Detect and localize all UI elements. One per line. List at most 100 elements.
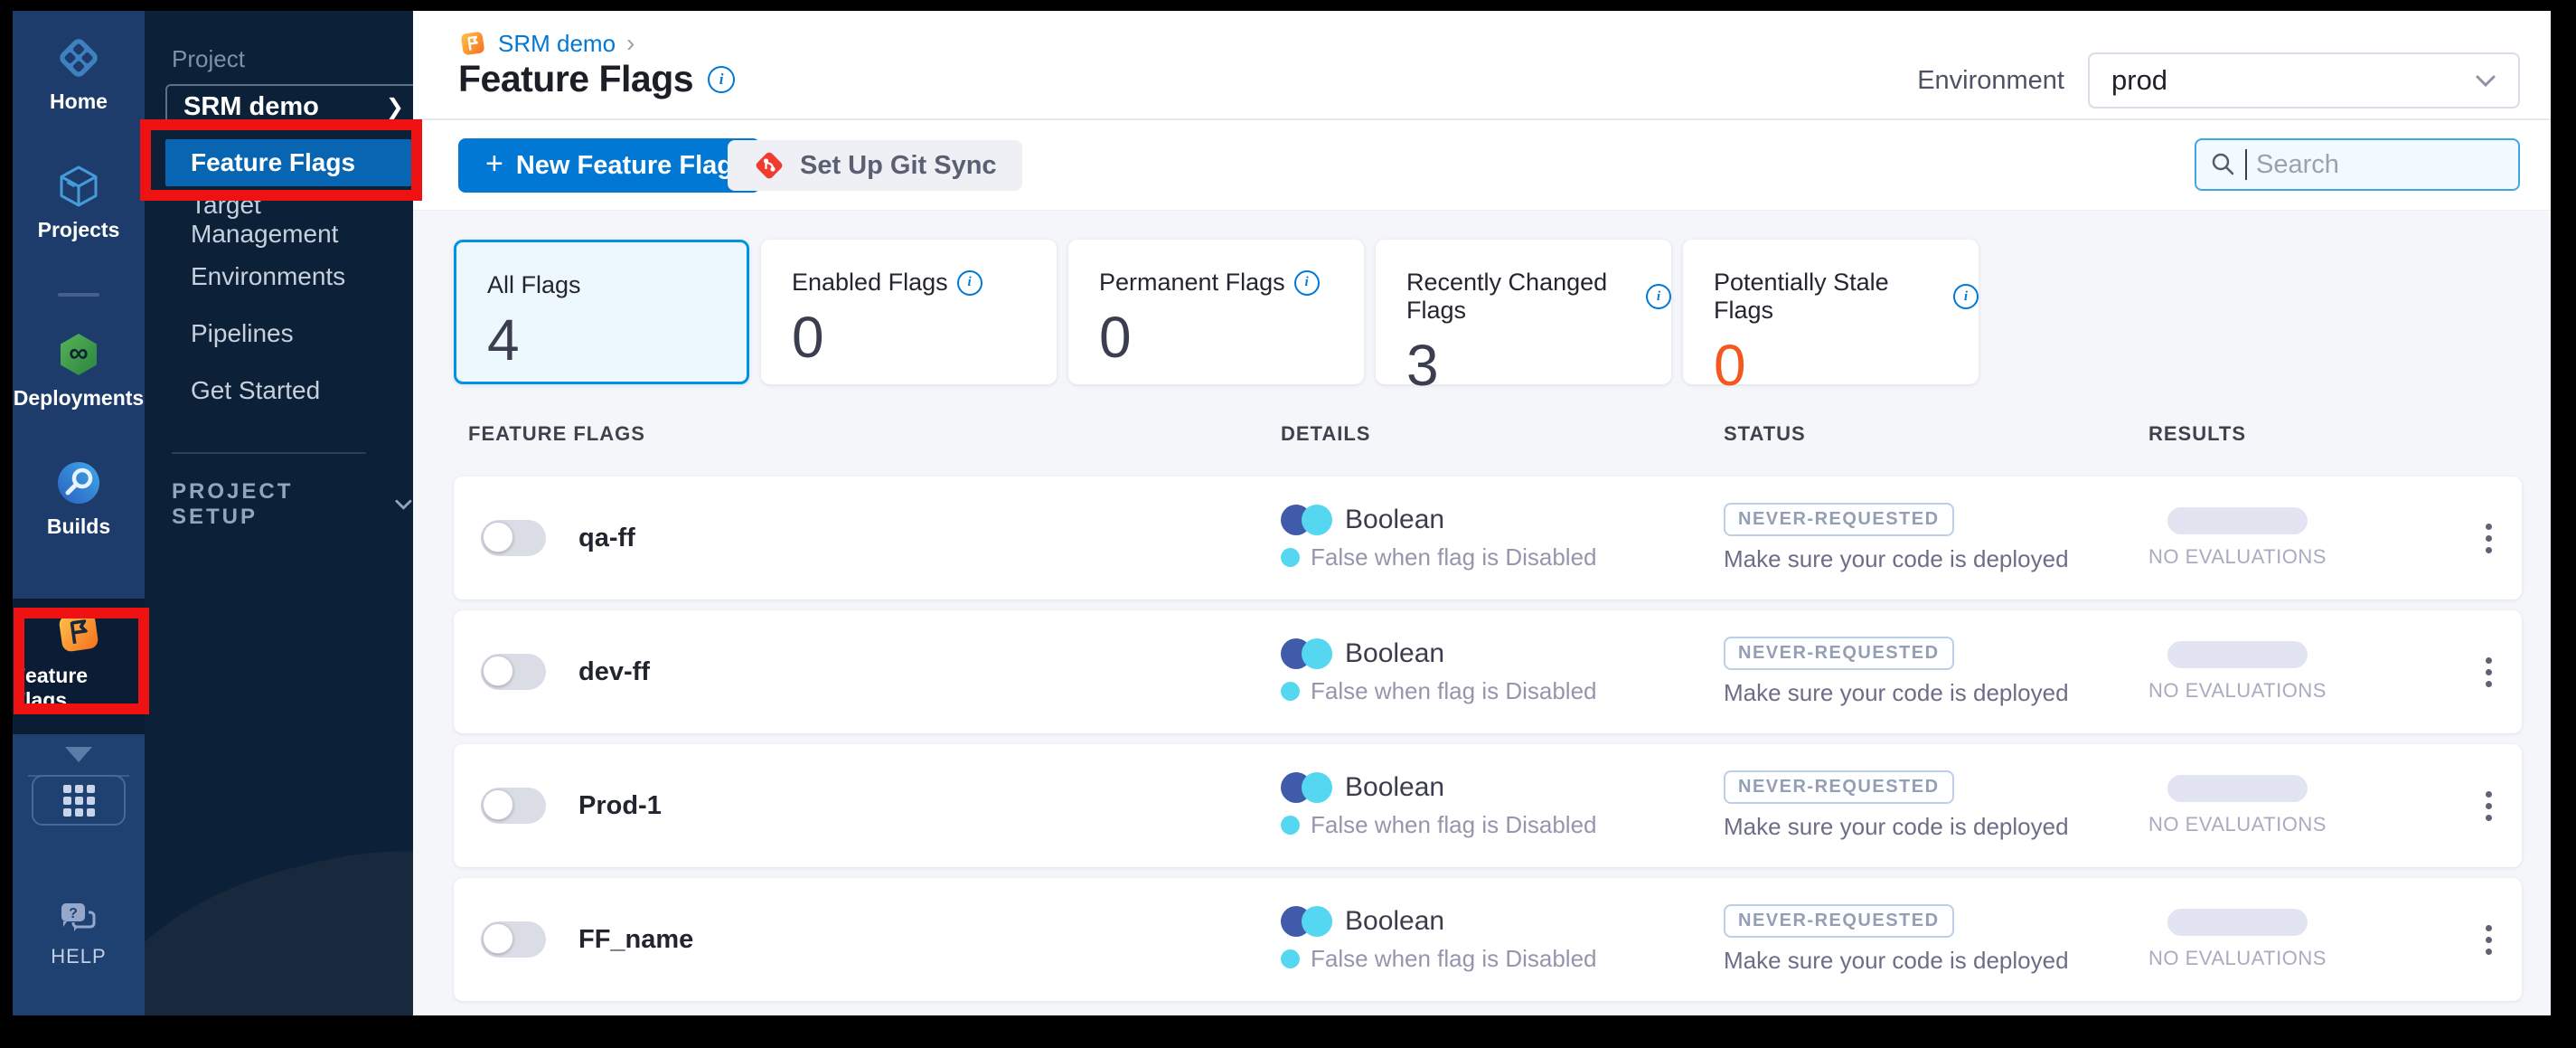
row-menu-button[interactable]	[2477, 515, 2501, 562]
boolean-type-icon	[1281, 505, 1332, 535]
sidebar-divider	[172, 452, 366, 454]
sidebar-item-label: Deployments	[13, 386, 145, 410]
results-label: NO EVALUATIONS	[2148, 679, 2327, 702]
breadcrumb-project-link[interactable]: SRM demo	[498, 30, 616, 58]
variation-dot-icon	[1281, 548, 1300, 567]
card-label: Permanent Flags	[1099, 269, 1285, 296]
chevron-right-icon: ›	[626, 29, 635, 57]
svg-text:∞: ∞	[69, 338, 88, 368]
environment-label: Environment	[1917, 65, 2064, 95]
column-header-details: DETAILS	[1281, 422, 1371, 445]
project-nav-item-get-started[interactable]: Get Started	[165, 367, 411, 414]
card-label: Recently Changed Flags	[1406, 269, 1608, 324]
flag-name: qa-ff	[578, 523, 635, 552]
results-label: NO EVALUATIONS	[2148, 813, 2327, 836]
evaluations-bar	[2167, 641, 2308, 668]
info-icon[interactable]: i	[1953, 284, 1979, 309]
info-icon[interactable]: i	[1293, 269, 1320, 296]
flag-table-row[interactable]: Prod-1 Boolean False when flag is Disabl…	[454, 744, 2522, 867]
flag-table-row[interactable]: FF_name Boolean False when flag is Disab…	[454, 878, 2522, 1001]
flag-type: Boolean	[1345, 505, 1445, 534]
circle-magnifier-icon	[58, 462, 99, 504]
flag-type: Boolean	[1345, 906, 1445, 936]
project-selector[interactable]: SRM demo ❯	[165, 84, 413, 129]
flag-name: Prod-1	[578, 790, 662, 820]
search-input[interactable]	[2254, 148, 2505, 181]
flag-toggle[interactable]	[481, 654, 546, 690]
card-label: Enabled Flags	[792, 269, 948, 296]
sidebar-item-builds[interactable]: Builds	[13, 459, 145, 539]
plus-icon: +	[485, 146, 503, 181]
project-nav-item-feature-flags[interactable]: Feature Flags	[165, 139, 411, 186]
project-nav-item-pipelines[interactable]: Pipelines	[165, 310, 411, 357]
flag-toggle[interactable]	[481, 921, 546, 958]
evaluations-bar	[2167, 775, 2308, 802]
column-header-results: RESULTS	[2148, 422, 2247, 445]
summary-card[interactable]: Permanent Flags i 0	[1068, 240, 1364, 384]
help-label: HELP	[51, 945, 107, 968]
sidebar-item-feature-flags[interactable]: Feature Flags	[13, 608, 145, 713]
flag-toggle[interactable]	[481, 520, 546, 556]
row-menu-button[interactable]	[2477, 648, 2501, 696]
search-box[interactable]	[2195, 138, 2520, 191]
summary-card[interactable]: Enabled Flags i 0	[761, 240, 1057, 384]
info-icon[interactable]: i	[708, 65, 736, 93]
sidebar-item-label: Feature Flags	[13, 664, 89, 712]
boolean-type-icon	[1281, 772, 1332, 803]
row-menu-button[interactable]	[2477, 916, 2501, 964]
decorative-curve	[145, 807, 413, 1015]
summary-card[interactable]: Recently Changed Flags i 3	[1376, 240, 1671, 398]
triangle-down-icon[interactable]	[65, 747, 92, 762]
flag-table-row[interactable]: dev-ff Boolean False when flag is Disabl…	[454, 610, 2522, 733]
sidebar-item-home[interactable]: Home	[13, 11, 145, 114]
project-setup-toggle[interactable]: PROJECT SETUP	[172, 479, 413, 530]
card-value: 4	[487, 307, 520, 373]
sidebar-item-deployments[interactable]: ∞ Deployments	[13, 331, 145, 411]
info-icon[interactable]: i	[1646, 284, 1671, 309]
harness-home-icon	[60, 39, 98, 77]
breadcrumb[interactable]: SRM demo ›	[458, 29, 635, 58]
chevron-down-icon	[395, 499, 412, 510]
new-feature-flag-button[interactable]: + New Feature Flag	[458, 138, 760, 193]
project-setup-label: PROJECT SETUP	[172, 479, 294, 529]
card-label: All Flags	[487, 271, 581, 298]
flag-name: dev-ff	[578, 656, 650, 686]
project-nav-item-target-management[interactable]: Target Management	[165, 191, 411, 248]
git-icon	[756, 152, 783, 179]
sidebar-item-projects[interactable]: Projects	[13, 163, 145, 242]
flag-toggle[interactable]	[481, 788, 546, 824]
status-badge: NEVER-REQUESTED	[1724, 770, 1954, 804]
project-nav-item-environments[interactable]: Environments	[165, 253, 411, 300]
summary-card[interactable]: All Flags i 4	[454, 240, 749, 384]
info-icon[interactable]: i	[956, 269, 982, 296]
status-note: Make sure your code is deployed	[1724, 679, 2069, 706]
flag-name: FF_name	[578, 924, 694, 954]
new-feature-flag-label: New Feature Flag	[515, 150, 733, 180]
git-sync-button[interactable]: Set Up Git Sync	[728, 140, 1022, 191]
sidebar-item-label: Projects	[37, 218, 120, 241]
help-button[interactable]: ? HELP	[51, 900, 106, 968]
status-badge: NEVER-REQUESTED	[1724, 637, 1954, 670]
cube-icon	[60, 165, 98, 207]
orange-flag-icon	[461, 32, 484, 55]
search-icon	[2212, 153, 2234, 175]
card-value: 0	[1099, 305, 1132, 370]
environment-value: prod	[2111, 64, 2168, 96]
hexagon-infinity-icon: ∞	[61, 334, 97, 375]
flags-content: All Flags i 4 Enabled Flags i 0 Permanen…	[413, 211, 2551, 1015]
summary-card[interactable]: Potentially Stale Flags i 0	[1683, 240, 1979, 398]
evaluations-bar	[2167, 909, 2308, 936]
row-menu-button[interactable]	[2477, 782, 2501, 830]
card-value: 3	[1406, 333, 1439, 398]
boolean-type-icon	[1281, 906, 1332, 937]
card-value: 0	[1714, 333, 1746, 398]
flag-table-row[interactable]: qa-ff Boolean False when flag is Disable…	[454, 477, 2522, 600]
environment-select[interactable]: prod	[2088, 52, 2520, 109]
flags-table-body: qa-ff Boolean False when flag is Disable…	[454, 477, 2522, 1001]
apps-grid-button[interactable]	[32, 775, 126, 826]
default-rule: False when flag is Disabled	[1311, 543, 1597, 571]
page-title: Feature Flags	[458, 58, 694, 99]
sidebar-item-label: Builds	[46, 515, 111, 538]
svg-text:?: ?	[69, 906, 78, 921]
project-section-label: Project	[172, 45, 245, 72]
